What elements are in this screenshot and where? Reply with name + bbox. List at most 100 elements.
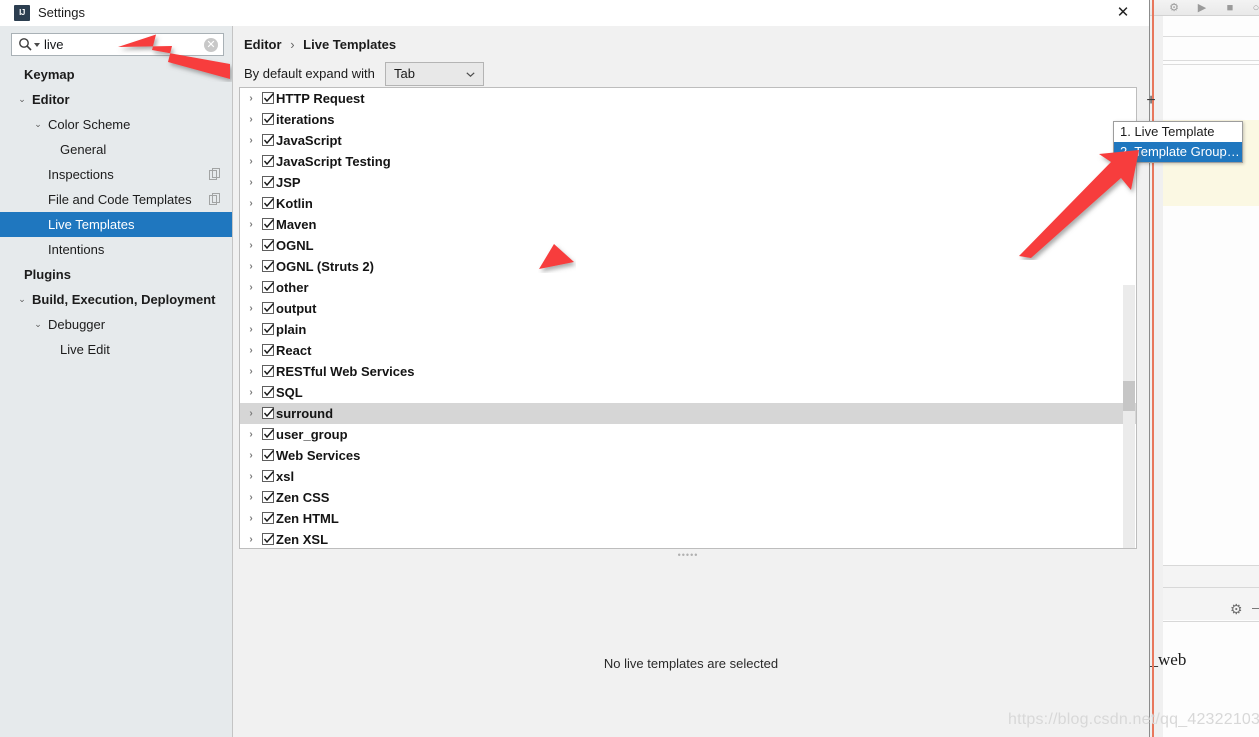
sidebar-item-debugger[interactable]: ⌄ Debugger [0,312,232,337]
chevron-right-icon[interactable]: › [245,340,257,361]
template-group-row[interactable]: › xsl [240,466,1136,487]
popup-menu-item[interactable]: 2. Template Group… [1114,142,1242,162]
chevron-right-icon[interactable]: › [245,235,257,256]
group-enabled-checkbox[interactable] [262,281,275,293]
group-enabled-checkbox[interactable] [262,92,275,104]
template-group-row[interactable]: › JSP [240,172,1136,193]
group-enabled-checkbox[interactable] [262,470,275,482]
sidebar-item-general[interactable]: General [0,137,232,162]
chevron-down-icon[interactable]: ⌄ [16,287,28,312]
template-group-row[interactable]: › OGNL [240,235,1136,256]
template-group-row[interactable]: › Kotlin [240,193,1136,214]
copy-icon[interactable] [209,168,220,180]
expand-with-select[interactable]: Tab [385,62,484,86]
chevron-right-icon[interactable]: › [245,277,257,298]
chevron-right-icon[interactable]: › [245,193,257,214]
group-enabled-checkbox[interactable] [262,407,275,419]
template-group-row[interactable]: › JavaScript [240,130,1136,151]
template-group-row[interactable]: › React [240,340,1136,361]
group-enabled-checkbox[interactable] [262,449,275,461]
template-group-row[interactable]: › RESTful Web Services [240,361,1136,382]
breadcrumb-parent[interactable]: Editor [244,37,282,52]
settings-sidebar-tree[interactable]: Keymap ⌄ Editor ⌄ Color Scheme General Inspect… [0,62,232,737]
sidebar-item-build-execution-deployment[interactable]: ⌄ Build, Execution, Deployment [0,287,232,312]
group-enabled-checkbox[interactable] [262,491,275,503]
group-enabled-checkbox[interactable] [262,386,275,398]
template-group-row[interactable]: › Maven [240,214,1136,235]
chevron-right-icon[interactable]: › [245,403,257,424]
chevron-down-icon[interactable]: ⌄ [32,112,44,137]
add-template-popup-menu[interactable]: 1. Live Template 2. Template Group… [1113,121,1243,163]
chevron-right-icon[interactable]: › [245,151,257,172]
sidebar-item-file-and-code-templates[interactable]: File and Code Templates [0,187,232,212]
template-group-row[interactable]: › HTTP Request [240,88,1136,109]
list-vertical-scrollbar[interactable] [1123,285,1135,548]
template-group-row[interactable]: › OGNL (Struts 2) [240,256,1136,277]
settings-search-box[interactable]: live ✕ [11,33,224,56]
template-group-row[interactable]: › iterations [240,109,1136,130]
group-enabled-checkbox[interactable] [262,155,275,167]
template-group-row[interactable]: › SQL [240,382,1136,403]
chevron-down-icon[interactable] [34,43,40,47]
group-enabled-checkbox[interactable] [262,323,275,335]
template-group-list[interactable]: › HTTP Request › iterations › JavaScript › Java… [239,87,1137,549]
group-enabled-checkbox[interactable] [262,218,275,230]
chevron-right-icon[interactable]: › [245,466,257,487]
popup-menu-item[interactable]: 1. Live Template [1114,122,1242,142]
chevron-right-icon[interactable]: › [245,172,257,193]
group-enabled-checkbox[interactable] [262,113,275,125]
template-group-row[interactable]: › surround [240,403,1136,424]
template-group-row[interactable]: › Web Services [240,445,1136,466]
group-enabled-checkbox[interactable] [262,533,275,545]
group-enabled-checkbox[interactable] [262,344,275,356]
sidebar-item-intentions[interactable]: Intentions [0,237,232,262]
group-enabled-checkbox[interactable] [262,134,275,146]
sidebar-item-live-templates[interactable]: Live Templates [0,212,232,237]
group-enabled-checkbox[interactable] [262,260,275,272]
chevron-right-icon[interactable]: › [245,382,257,403]
template-group-row[interactable]: › user_group [240,424,1136,445]
chevron-right-icon[interactable]: › [245,445,257,466]
chevron-right-icon[interactable]: › [245,298,257,319]
close-icon[interactable]: ✕ [1103,0,1143,26]
group-enabled-checkbox[interactable] [262,365,275,377]
template-list-toolbar[interactable]: +−↺ [1137,87,1165,247]
scrollbar-thumb[interactable] [1123,381,1135,411]
sidebar-item-editor[interactable]: ⌄ Editor [0,87,232,112]
chevron-right-icon[interactable]: › [245,361,257,382]
add-button[interactable]: + [1137,87,1165,115]
group-enabled-checkbox[interactable] [262,302,275,314]
chevron-right-icon[interactable]: › [245,508,257,529]
group-enabled-checkbox[interactable] [262,197,275,209]
template-group-row[interactable]: › Zen CSS [240,487,1136,508]
chevron-right-icon[interactable]: › [245,487,257,508]
sidebar-item-live-edit[interactable]: Live Edit [0,337,232,362]
template-group-row[interactable]: › plain [240,319,1136,340]
chevron-right-icon[interactable]: › [245,529,257,548]
copy-icon[interactable] [209,193,220,205]
sidebar-item-plugins[interactable]: Plugins [0,262,232,287]
template-group-row[interactable]: › JavaScript Testing [240,151,1136,172]
chevron-right-icon[interactable]: › [245,424,257,445]
template-group-row[interactable]: › output [240,298,1136,319]
chevron-right-icon[interactable]: › [245,109,257,130]
list-resize-handle[interactable]: ••••• [239,549,1137,560]
clear-search-icon[interactable]: ✕ [204,38,218,52]
sidebar-item-color-scheme[interactable]: ⌄ Color Scheme [0,112,232,137]
chevron-right-icon[interactable]: › [245,214,257,235]
chevron-down-icon[interactable]: ⌄ [16,87,28,112]
chevron-right-icon[interactable]: › [245,319,257,340]
group-enabled-checkbox[interactable] [262,176,275,188]
sidebar-item-inspections[interactable]: Inspections [0,162,232,187]
search-input[interactable]: live [44,37,64,52]
template-group-row[interactable]: › Zen HTML [240,508,1136,529]
sidebar-item-keymap[interactable]: Keymap [0,62,232,87]
chevron-right-icon[interactable]: › [245,88,257,109]
chevron-right-icon[interactable]: › [245,256,257,277]
template-group-row[interactable]: › other [240,277,1136,298]
group-enabled-checkbox[interactable] [262,512,275,524]
template-group-row[interactable]: › Zen XSL [240,529,1136,548]
chevron-right-icon[interactable]: › [245,130,257,151]
group-enabled-checkbox[interactable] [262,239,275,251]
group-enabled-checkbox[interactable] [262,428,275,440]
